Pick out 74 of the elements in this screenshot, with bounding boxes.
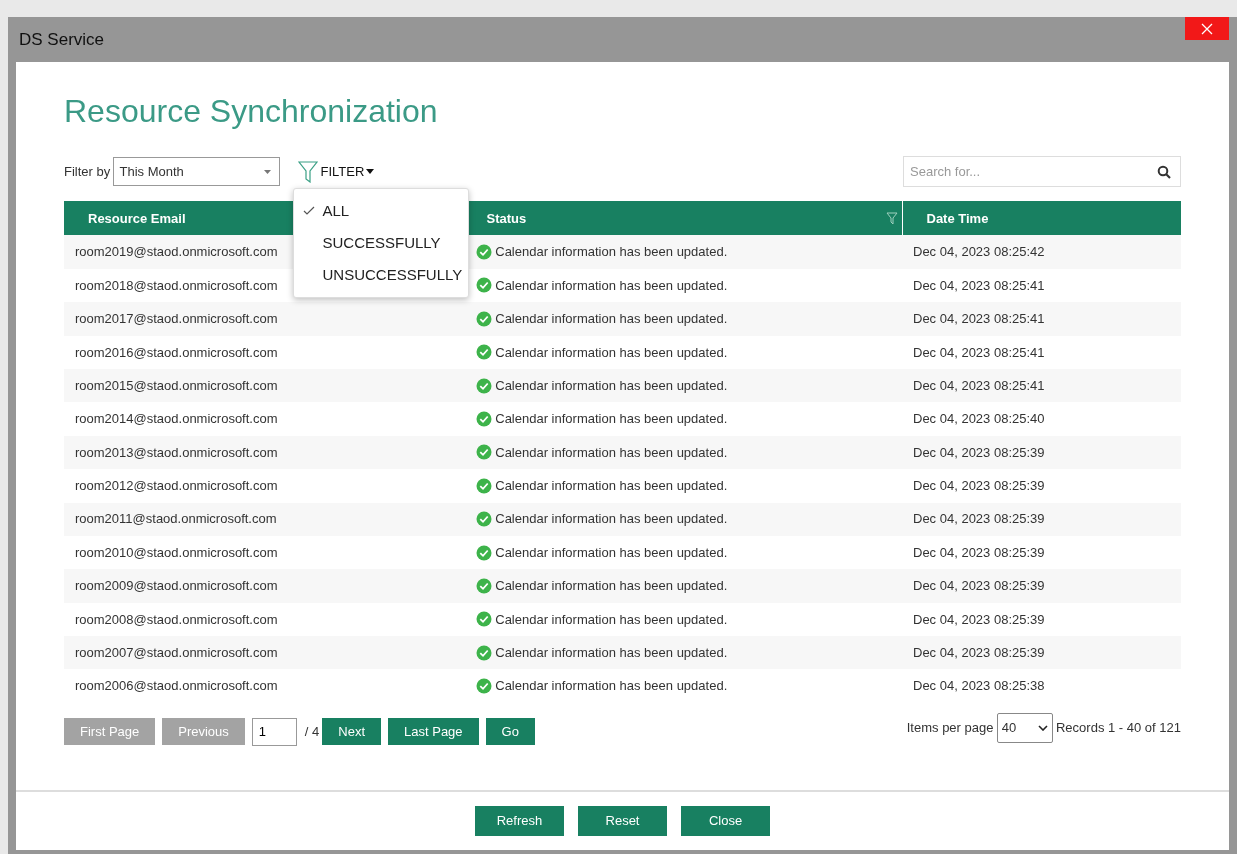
email-text: room2017@staod.onmicrosoft.com bbox=[75, 311, 278, 327]
email-text: room2007@staod.onmicrosoft.com bbox=[75, 645, 278, 660]
date-text: Dec 04, 2023 08:25:41 bbox=[913, 344, 1045, 360]
status-text: Calendar information has been updated. bbox=[495, 477, 728, 496]
date-text: Dec 04, 2023 08:25:41 bbox=[913, 311, 1045, 327]
pagination-button[interactable]: Go bbox=[485, 718, 535, 746]
date-text: Dec 04, 2023 08:25:41 bbox=[913, 377, 1045, 393]
close-button[interactable] bbox=[1185, 17, 1229, 40]
date-text: Dec 04, 2023 08:25:40 bbox=[913, 411, 1045, 427]
items-per-page-select[interactable]: 40 bbox=[996, 712, 1053, 743]
funnel-icon bbox=[298, 160, 319, 183]
status-text: Calendar information has been updated. bbox=[495, 510, 728, 529]
date-text: Dec 04, 2023 08:25:39 bbox=[913, 544, 1045, 560]
email-text: room2011@staod.onmicrosoft.com bbox=[75, 511, 277, 527]
footer-button[interactable]: Reset bbox=[578, 806, 667, 836]
email-text: room2019@staod.onmicrosoft.com bbox=[75, 244, 278, 260]
email-text: room2014@staod.onmicrosoft.com bbox=[75, 411, 278, 427]
email-text: room2016@staod.onmicrosoft.com bbox=[75, 344, 278, 360]
date-text: Dec 04, 2023 08:25:42 bbox=[913, 244, 1045, 260]
status-text: Calendar information has been updated. bbox=[495, 577, 728, 596]
date-text: Dec 04, 2023 08:25:39 bbox=[913, 611, 1045, 627]
filter-option[interactable]: SUCCESSFULLY bbox=[294, 226, 469, 259]
status-text: Calendar information has been updated. bbox=[495, 376, 728, 395]
status-text: Calendar information has been updated. bbox=[495, 543, 728, 562]
period-dropdown[interactable]: This Month bbox=[113, 157, 281, 187]
page-number-field[interactable]: 1 bbox=[251, 717, 297, 746]
date-text: Dec 04, 2023 08:25:39 bbox=[913, 478, 1045, 494]
chevron-icon bbox=[1037, 724, 1048, 731]
email-text: room2012@staod.onmicrosoft.com bbox=[75, 478, 278, 494]
status-text: Calendar information has been updated. bbox=[495, 644, 728, 662]
pagination-button[interactable]: Last Page bbox=[388, 718, 479, 746]
filter-label: Filter by bbox=[64, 163, 111, 182]
pagination-button[interactable]: Next bbox=[322, 718, 382, 746]
footer-button[interactable]: Refresh bbox=[475, 806, 564, 836]
status-text: Calendar information has been updated. bbox=[495, 610, 728, 629]
date-text: Dec 04, 2023 08:25:39 bbox=[913, 578, 1045, 594]
caret-icon bbox=[264, 169, 272, 174]
email-text: room2006@staod.onmicrosoft.com bbox=[75, 678, 278, 694]
status-text: Calendar information has been updated. bbox=[495, 410, 728, 429]
filter-option[interactable]: UNSUCCESSFULLY bbox=[294, 258, 469, 291]
caret-icon bbox=[366, 169, 375, 175]
records-count: Records 1 - 40 of 121 bbox=[1055, 719, 1181, 738]
items-per-page-label: Items per page bbox=[906, 719, 994, 738]
search-field[interactable]: Search for... bbox=[903, 156, 1181, 188]
date-text: Dec 04, 2023 08:25:41 bbox=[913, 277, 1045, 293]
close-icon bbox=[1201, 22, 1213, 35]
status-text: Calendar information has been updated. bbox=[495, 443, 728, 462]
status-text: Calendar information has been updated. bbox=[495, 343, 728, 362]
date-text: Dec 04, 2023 08:25:38 bbox=[913, 678, 1045, 694]
column-header[interactable]: Status bbox=[486, 208, 527, 229]
email-text: room2018@staod.onmicrosoft.com bbox=[75, 277, 278, 293]
page-total: / 4 bbox=[304, 723, 320, 742]
date-text: Dec 04, 2023 08:25:39 bbox=[913, 444, 1045, 460]
date-text: Dec 04, 2023 08:25:39 bbox=[913, 645, 1045, 660]
status-text: Calendar information has been updated. bbox=[495, 243, 728, 262]
status-text: Calendar information has been updated. bbox=[495, 276, 728, 295]
email-text: room2010@staod.onmicrosoft.com bbox=[75, 544, 278, 560]
date-text: Dec 04, 2023 08:25:39 bbox=[913, 511, 1045, 527]
search-icon bbox=[1157, 165, 1171, 180]
email-text: room2013@staod.onmicrosoft.com bbox=[75, 444, 278, 460]
funnel-icon[interactable] bbox=[885, 211, 898, 225]
email-text: room2008@staod.onmicrosoft.com bbox=[75, 611, 278, 627]
check-icon bbox=[303, 206, 316, 216]
status-text: Calendar information has been updated. bbox=[495, 677, 728, 696]
page-heading: Resource Synchronization bbox=[64, 92, 439, 131]
email-text: room2009@staod.onmicrosoft.com bbox=[75, 578, 278, 594]
filter-option[interactable]: ALL bbox=[294, 194, 469, 227]
email-text: room2015@staod.onmicrosoft.com bbox=[75, 377, 278, 393]
column-header[interactable]: Resource Email bbox=[88, 208, 186, 229]
filter-button[interactable]: FILTER bbox=[298, 160, 375, 183]
footer-button[interactable]: Close bbox=[681, 806, 770, 836]
column-header[interactable]: Date Time bbox=[926, 208, 989, 229]
window-title: DS Service bbox=[19, 28, 105, 51]
status-text: Calendar information has been updated. bbox=[495, 310, 728, 329]
